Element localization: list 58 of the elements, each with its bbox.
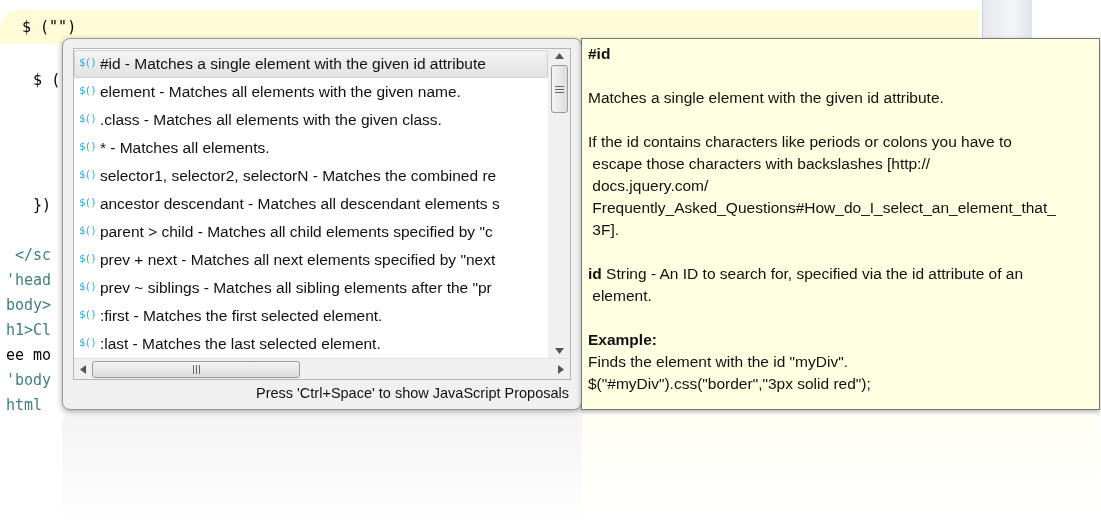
doc-heading: #id [588,44,612,64]
code-line: h1>Cl [6,320,53,341]
proposal-label: selector1, selector2, selectorN - Matches the combined re [99,166,497,187]
code-line: body> [6,295,53,316]
code-line: ee mo [6,345,53,366]
function-icon: $() [79,55,96,72]
code-line: </sc [14,245,53,266]
proposal-item[interactable]: $() * - Matches all elements. [74,134,548,162]
function-icon: $() [79,223,96,240]
proposal-label: #id - Matches a single element with the given id attribute [99,54,486,75]
scroll-up-icon[interactable] [554,53,564,59]
scroll-right-icon[interactable] [558,364,564,374]
status-hint: Press 'Ctrl+Space' to show JavaScript Proposals [255,384,570,403]
function-icon: $() [79,111,96,128]
proposal-item[interactable]: $() :last - Matches the last selected element. [74,330,548,358]
proposal-item[interactable]: $() element - Matches all elements with the given name. [74,78,548,106]
code-line: 'body [6,370,53,391]
function-icon: $() [79,251,96,268]
function-icon: $() [79,279,96,296]
proposal-label: prev ~ siblings - Matches all sibling elements after the "pr [99,278,492,299]
example-heading: Example: [588,330,658,350]
function-icon: $() [79,195,96,212]
code-line: 'head [6,270,53,291]
proposal-label: ancestor descendant - Matches all descendant elements s [99,194,500,215]
function-icon: $() [79,335,96,352]
editor-scrollbar[interactable] [982,0,1032,40]
doc-paragraph: If the id contains characters like periods or colons you have to escape those characters with backslashes [http:// docs.jquery.com/ Frequently_Asked_Questions#How_do_I_select_an_element_that_ 3F]. [588,132,1057,240]
doc-paragraph: Matches a single element with the given id attribute. [588,88,945,108]
scroll-thumb[interactable] [92,360,300,378]
doc-paragraph: id String - An ID to search for, specified via the id attribute of an element. [588,264,1025,306]
proposal-label: .class - Matches all elements with the given class. [99,110,442,131]
code-line: html [6,395,44,416]
scroll-left-icon[interactable] [80,364,86,374]
proposal-label: :first - Matches the first selected element. [99,306,383,327]
code-line: }) [32,195,53,216]
horizontal-scrollbar[interactable] [74,358,570,379]
proposal-label: :last - Matches the last selected element. [99,334,381,355]
proposal-item[interactable]: $() :first - Matches the first selected element. [74,302,548,330]
function-icon: $() [79,139,96,156]
proposal-item[interactable]: $() prev ~ siblings - Matches all sibling elements after the "pr [74,274,548,302]
proposal-item[interactable]: $() prev + next - Matches all next elements specified by "next [74,246,548,274]
function-icon: $() [79,167,96,184]
function-icon: $() [79,83,96,100]
example-text: Finds the element with the id "myDiv". $("#myDiv").css("border","3px solid red"); [588,352,872,394]
proposal-item[interactable]: $() #id - Matches a single element with the given id attribute [74,50,548,78]
scroll-thumb[interactable] [550,65,568,113]
function-icon: $() [79,307,96,324]
proposal-label: prev + next - Matches all next elements specified by "next [99,250,496,271]
proposal-item[interactable]: $() .class - Matches all elements with the given class. [74,106,548,134]
proposal-label: * - Matches all elements. [99,138,270,159]
code-line: $ ( [32,70,62,91]
proposal-item[interactable]: $() parent > child - Matches all child elements specified by "c [74,218,548,246]
proposal-item[interactable]: $() selector1, selector2, selectorN - Matches the combined re [74,162,548,190]
scroll-down-icon[interactable] [554,348,564,354]
proposal-label: element - Matches all elements with the given name. [99,82,461,103]
proposal-label: parent > child - Matches all child elements specified by "c [99,222,493,243]
proposal-item[interactable]: $() ancestor descendant - Matches all descendant elements s [74,190,548,218]
vertical-scrollbar[interactable] [548,49,570,358]
